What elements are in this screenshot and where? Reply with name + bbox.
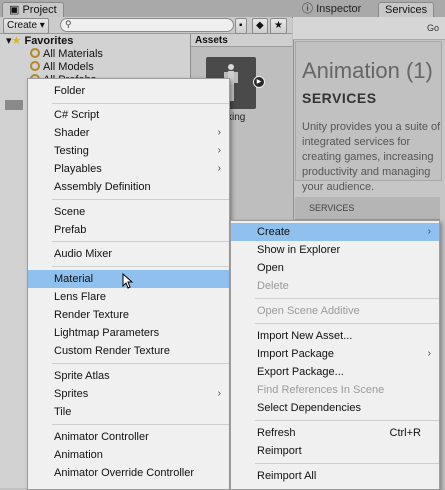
menu-separator [255, 323, 439, 324]
shortcut-label: Ctrl+R [389, 427, 421, 439]
menu-separator [255, 463, 439, 464]
menu-separator [255, 298, 439, 299]
submenu-arrow-icon: › [217, 163, 221, 174]
menu-item-lens-flare[interactable]: Lens Flare [28, 288, 229, 306]
star-icon: ★ [274, 20, 283, 31]
menu-item-lightmap-parameters[interactable]: Lightmap Parameters [28, 324, 229, 342]
favorite-item[interactable]: All Models [30, 61, 94, 74]
menu-item-scene[interactable]: Scene [28, 203, 229, 221]
assets-breadcrumb[interactable]: Assets [191, 34, 292, 47]
star-icon: ★ [11, 35, 22, 47]
services-description: Unity provides you a suite of integrated… [302, 121, 441, 193]
tab-services-label: Services [385, 4, 428, 16]
tab-inspector[interactable]: ⓘ Inspector [296, 2, 367, 17]
window-tab-bar: ▣ Project ⓘ Inspector Services [0, 0, 445, 18]
favorites-header[interactable]: ▾★ Favorites [6, 35, 73, 48]
tab-inspector-label: Inspector [316, 3, 362, 15]
search-icon: ⚲ [65, 19, 72, 29]
menu-item-refresh[interactable]: Refresh Ctrl+R [231, 424, 439, 442]
services-tab-label[interactable]: SERVICES [309, 203, 354, 213]
menu-item-render-texture[interactable]: Render Texture [28, 306, 229, 324]
menu-separator [52, 363, 229, 364]
services-top-strip [293, 17, 445, 40]
favorite-item[interactable]: All Materials [30, 48, 103, 61]
info-icon: ⓘ [302, 3, 317, 15]
mouse-cursor-icon [122, 273, 134, 289]
project-title: Animation (1) [302, 58, 433, 83]
menu-separator [52, 241, 229, 242]
menu-item-open-scene-additive: Open Scene Additive [257, 305, 360, 317]
submenu-arrow-icon: › [217, 388, 221, 399]
menu-item-show-in-explorer[interactable]: Show in Explorer [231, 241, 439, 259]
services-heading: SERVICES [302, 90, 377, 106]
menu-separator [52, 103, 229, 104]
submenu-arrow-icon: › [217, 127, 221, 138]
menu-item-prefab[interactable]: Prefab [28, 221, 229, 239]
submenu-arrow-icon: › [427, 348, 431, 359]
menu-item-create[interactable]: Create › [231, 223, 439, 241]
menu-item-delete: Delete [257, 280, 289, 292]
search-input[interactable]: ⚲ [60, 18, 234, 32]
menu-item-find-references-in-scene: Find References In Scene [257, 384, 385, 396]
menu-item-assembly-definition[interactable]: Assembly Definition [28, 178, 229, 196]
favorite-button[interactable]: ★ [270, 18, 287, 34]
menu-item-reimport[interactable]: Reimport [231, 442, 439, 460]
menu-item-sprites[interactable]: Sprites › [28, 385, 229, 403]
tab-services[interactable]: Services [378, 2, 435, 18]
menu-item-animator-override-controller[interactable]: Animator Override Controller [28, 464, 229, 482]
menu-separator [52, 199, 229, 200]
menu-item-csharp-script[interactable]: C# Script [28, 106, 229, 124]
menu-separator [52, 266, 229, 267]
menu-separator [52, 424, 229, 425]
tag-icon: ◆ [256, 20, 264, 31]
menu-item-folder[interactable]: Folder [28, 82, 229, 100]
play-icon[interactable]: ▶ [253, 76, 265, 88]
filter-by-label-button[interactable]: ◆ [252, 18, 268, 34]
chevron-down-icon: ▾ [39, 20, 45, 31]
menu-item-import-package[interactable]: Import Package › [231, 345, 439, 363]
go-button[interactable]: Go [427, 23, 439, 33]
menu-item-shader[interactable]: Shader › [28, 124, 229, 142]
project-toolbar: Create ▾ ⚲ ▪ ◆ ★ [0, 17, 292, 34]
menu-item-reimport-all[interactable]: Reimport All [231, 467, 439, 485]
assets-context-menu: Create › Show in Explorer Open Delete Ope… [230, 220, 440, 490]
search-filter-icon [30, 48, 40, 58]
favorite-item-label: All Models [43, 61, 94, 73]
menu-item-playables[interactable]: Playables › [28, 160, 229, 178]
menu-item-audio-mixer[interactable]: Audio Mixer [28, 245, 229, 263]
submenu-arrow-icon: › [217, 145, 221, 156]
submenu-arrow-icon: › [427, 226, 431, 237]
menu-item-animation[interactable]: Animation [28, 446, 229, 464]
menu-item-sprite-atlas[interactable]: Sprite Atlas [28, 367, 229, 385]
menu-item-select-dependencies[interactable]: Select Dependencies [231, 399, 439, 417]
filter-icon: ▪ [239, 20, 243, 31]
filter-by-type-button[interactable]: ▪ [235, 18, 247, 34]
favorite-item-label: All Materials [43, 48, 103, 60]
folder-icon: ▣ [9, 4, 23, 16]
favorites-header-label: Favorites [24, 35, 74, 47]
tab-project-label: Project [22, 4, 57, 16]
create-label: Create [7, 20, 38, 31]
folder-icon [5, 100, 23, 110]
menu-separator [255, 420, 439, 421]
search-filter-icon [30, 61, 40, 71]
menu-item-testing[interactable]: Testing › [28, 142, 229, 160]
menu-item-custom-render-texture[interactable]: Custom Render Texture [28, 342, 229, 360]
menu-item-tile[interactable]: Tile [28, 403, 229, 421]
create-dropdown-button[interactable]: Create ▾ [3, 18, 49, 34]
menu-item-open[interactable]: Open [231, 259, 439, 277]
menu-item-import-new-asset[interactable]: Import New Asset... [231, 327, 439, 345]
menu-item-export-package[interactable]: Export Package... [231, 363, 439, 381]
menu-item-animator-controller[interactable]: Animator Controller [28, 428, 229, 446]
tab-project[interactable]: ▣ Project [2, 2, 64, 18]
